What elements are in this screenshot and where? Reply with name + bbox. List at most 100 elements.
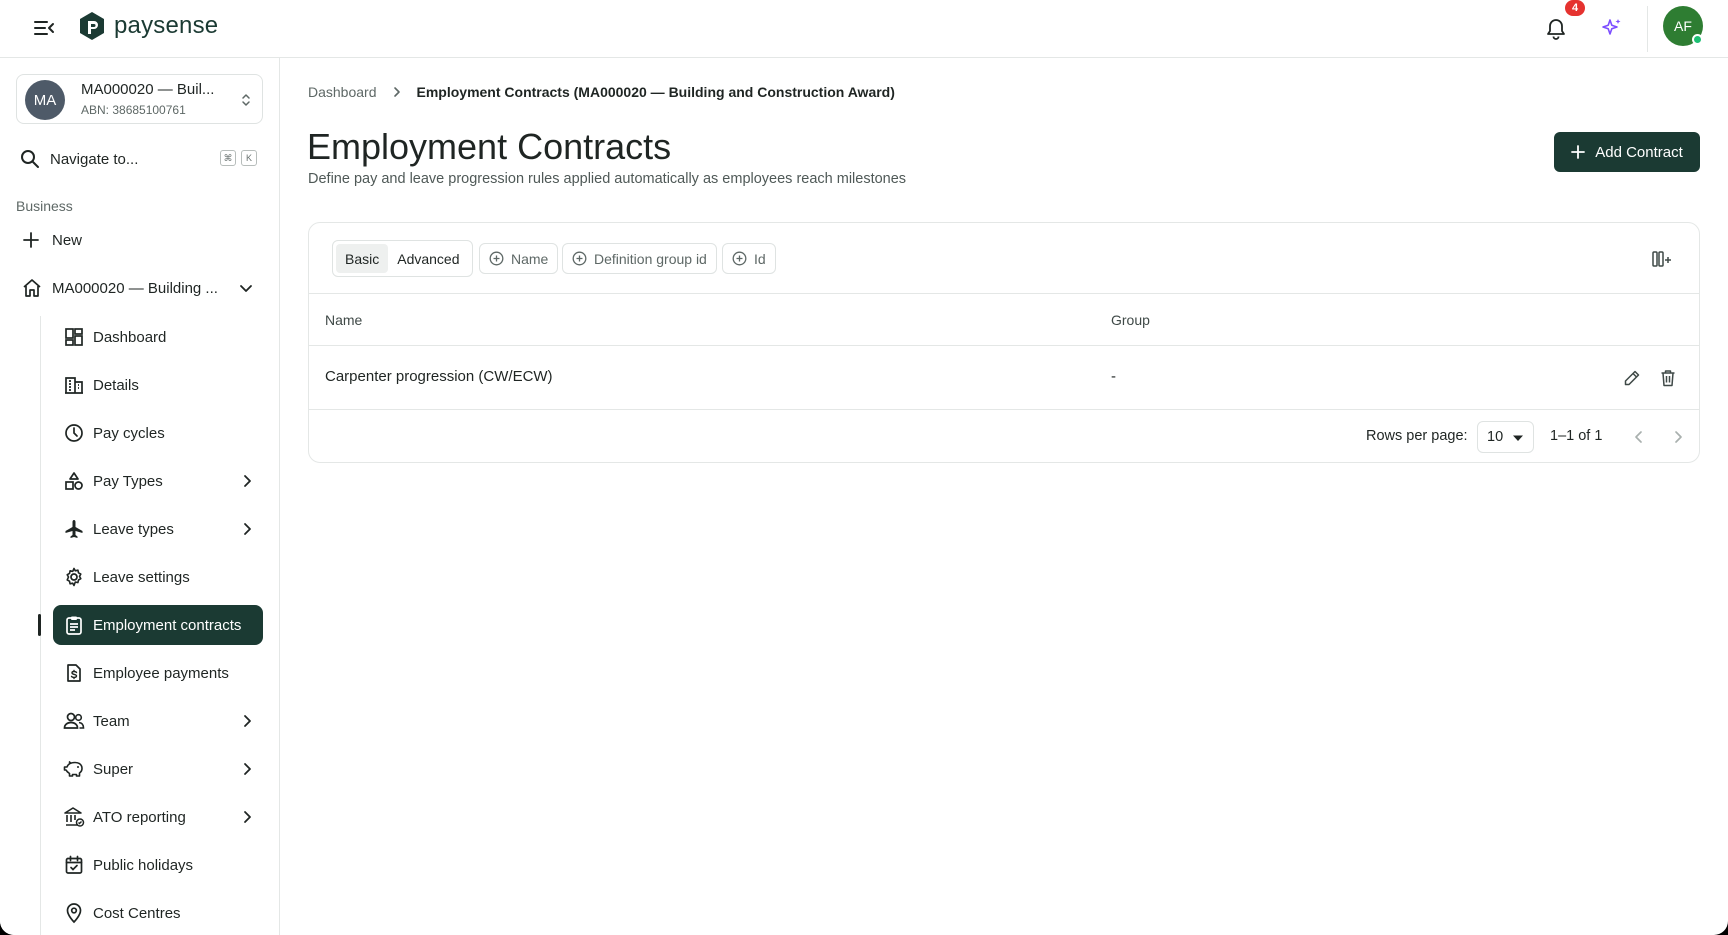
column-header-group[interactable]: Group bbox=[1111, 312, 1150, 328]
breadcrumb-dashboard-link[interactable]: Dashboard bbox=[308, 84, 377, 100]
breadcrumb-current: Employment Contracts (MA000020 — Buildin… bbox=[416, 84, 895, 100]
previous-page-chevron-left-icon[interactable] bbox=[1626, 424, 1652, 450]
top-bar: paysense 4 AF bbox=[0, 0, 1728, 58]
filter-mode-basic[interactable]: Basic bbox=[336, 244, 389, 273]
filter-chip-definition-group-id[interactable]: Definition group id bbox=[562, 243, 717, 274]
sidebar-item-label: Pay cycles bbox=[93, 424, 165, 442]
bank-icon bbox=[57, 797, 91, 837]
add-circle-icon bbox=[489, 251, 504, 266]
sidebar-item-label: Leave settings bbox=[93, 568, 190, 586]
pagination-range: 1–1 of 1 bbox=[1550, 428, 1603, 444]
notifications-bell-icon[interactable] bbox=[1540, 13, 1572, 45]
dollar-file-icon bbox=[57, 653, 91, 693]
menu-collapse-icon[interactable] bbox=[30, 14, 58, 42]
cell-group: - bbox=[1111, 368, 1116, 385]
table-pagination: Rows per page: 10 1–1 of 1 bbox=[309, 410, 1699, 462]
team-icon bbox=[57, 701, 91, 741]
navigate-search[interactable]: Navigate to... ⌘ K bbox=[20, 146, 265, 172]
sidebar-org-label: MA000020 — Building ... bbox=[52, 279, 218, 297]
plus-icon bbox=[23, 232, 39, 248]
sidebar-item-cost-centres[interactable]: Cost Centres bbox=[53, 893, 263, 933]
sidebar-item-label: Employment contracts bbox=[93, 616, 242, 634]
brand-name: paysense bbox=[114, 12, 219, 39]
chevron-up-down-icon bbox=[242, 94, 250, 106]
rows-per-page-select[interactable]: 10 bbox=[1477, 421, 1534, 453]
organisation-switcher[interactable]: MA MA000020 — Buil... ABN: 38685100761 bbox=[16, 74, 263, 124]
delete-trash-icon[interactable] bbox=[1656, 366, 1680, 390]
add-contract-button[interactable]: Add Contract bbox=[1554, 132, 1700, 172]
sidebar-item-employee-payments[interactable]: Employee payments bbox=[53, 653, 263, 693]
search-icon bbox=[21, 150, 39, 168]
column-settings-icon[interactable] bbox=[1649, 246, 1675, 272]
chevron-right-icon bbox=[391, 86, 403, 98]
filter-chip-id[interactable]: Id bbox=[722, 243, 776, 274]
sidebar-item-pay-cycles[interactable]: Pay cycles bbox=[53, 413, 263, 453]
sidebar: MA MA000020 — Buil... ABN: 38685100761 N… bbox=[0, 58, 280, 935]
filter-mode-toggle: Basic Advanced bbox=[332, 240, 473, 277]
sidebar-item-label: Leave types bbox=[93, 520, 174, 538]
page-title: Employment Contracts bbox=[307, 126, 672, 167]
sidebar-org-group[interactable]: MA000020 — Building ... bbox=[22, 276, 262, 300]
sidebar-item-pay-types[interactable]: Pay Types bbox=[53, 461, 263, 501]
filter-chip-label: Definition group id bbox=[594, 250, 707, 267]
topbar-divider bbox=[1647, 6, 1648, 52]
sidebar-item-ato-reporting[interactable]: ATO reporting bbox=[53, 797, 263, 837]
chevron-right-icon bbox=[244, 763, 251, 775]
filter-mode-advanced[interactable]: Advanced bbox=[388, 244, 468, 273]
location-icon bbox=[57, 893, 91, 933]
chevron-right-icon bbox=[244, 715, 251, 727]
contracts-table-card: Basic Advanced Name Definition group id … bbox=[308, 222, 1700, 463]
sidebar-item-super[interactable]: Super bbox=[53, 749, 263, 789]
cmd-key-hint: ⌘ bbox=[220, 150, 236, 166]
sidebar-item-public-holidays[interactable]: Public holidays bbox=[53, 845, 263, 885]
calendar-icon bbox=[57, 845, 91, 885]
sidebar-item-label: Employee payments bbox=[93, 664, 229, 682]
paysense-logo-icon bbox=[80, 12, 104, 40]
column-header-name[interactable]: Name bbox=[325, 312, 362, 328]
new-label: New bbox=[52, 231, 83, 249]
plus-icon bbox=[1571, 145, 1586, 159]
page-subtitle: Define pay and leave progression rules a… bbox=[308, 171, 907, 187]
edit-pencil-icon[interactable] bbox=[1620, 366, 1644, 390]
rows-per-page-label: Rows per page: bbox=[1366, 428, 1468, 444]
next-page-chevron-right-icon[interactable] bbox=[1665, 424, 1691, 450]
dashboard-icon bbox=[57, 317, 91, 357]
sidebar-item-leave-settings[interactable]: Leave settings bbox=[53, 557, 263, 597]
plane-icon bbox=[57, 509, 91, 549]
filter-chip-label: Name bbox=[511, 250, 549, 267]
sidebar-item-label: Details bbox=[93, 376, 139, 394]
piggy-bank-icon bbox=[57, 749, 91, 789]
sidebar-item-dashboard[interactable]: Dashboard bbox=[53, 317, 263, 357]
chevron-down-icon bbox=[240, 285, 252, 292]
home-icon bbox=[23, 279, 41, 297]
table-row[interactable]: Carpenter progression (CW/ECW) - bbox=[309, 346, 1699, 410]
sidebar-item-label: Pay Types bbox=[93, 472, 163, 490]
gear-icon bbox=[57, 557, 91, 597]
add-circle-icon bbox=[732, 251, 747, 266]
clipboard-icon bbox=[57, 605, 91, 645]
add-contract-label: Add Contract bbox=[1595, 143, 1683, 161]
section-label-business: Business bbox=[16, 198, 73, 214]
org-avatar: MA bbox=[25, 80, 65, 120]
cell-name: Carpenter progression (CW/ECW) bbox=[325, 368, 553, 385]
caret-down-icon bbox=[1513, 435, 1523, 441]
ai-sparkle-icon[interactable] bbox=[1596, 12, 1628, 44]
sidebar-item-details[interactable]: Details bbox=[53, 365, 263, 405]
sidebar-item-label: Dashboard bbox=[93, 328, 167, 346]
sidebar-item-label: Super bbox=[93, 760, 134, 778]
add-circle-icon bbox=[572, 251, 587, 266]
navigate-label: Navigate to... bbox=[50, 150, 139, 168]
shapes-icon bbox=[57, 461, 91, 501]
sidebar-item-leave-types[interactable]: Leave types bbox=[53, 509, 263, 549]
new-button[interactable]: New bbox=[22, 228, 82, 252]
notification-count-badge: 4 bbox=[1565, 0, 1585, 16]
building-icon bbox=[57, 365, 91, 405]
active-indicator bbox=[38, 614, 41, 636]
filter-chip-name[interactable]: Name bbox=[479, 243, 559, 274]
sidebar-item-team[interactable]: Team bbox=[53, 701, 263, 741]
chevron-right-icon bbox=[244, 523, 251, 535]
brand-logo[interactable]: paysense bbox=[78, 11, 218, 41]
sidebar-item-employment-contracts[interactable]: Employment contracts bbox=[53, 605, 263, 645]
sidebar-item-label: Cost Centres bbox=[93, 904, 181, 922]
online-status-dot bbox=[1692, 34, 1703, 45]
